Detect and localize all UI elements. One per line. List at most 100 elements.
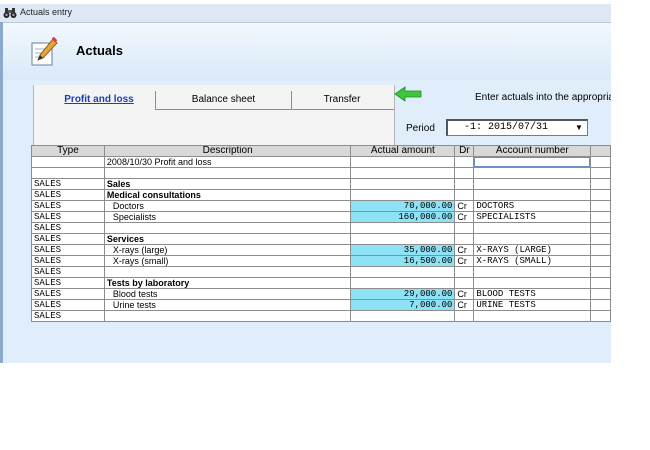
cell-description[interactable]: X-rays (large) [103, 244, 352, 256]
cell-description[interactable]: Sales [103, 178, 352, 190]
cell-extra[interactable] [590, 310, 611, 322]
cell-dr[interactable] [454, 156, 475, 168]
tab-balance-sheet[interactable]: Balance sheet [156, 91, 291, 109]
cell-type[interactable]: SALES [31, 266, 105, 278]
cell-type[interactable]: SALES [31, 244, 105, 256]
cell-extra[interactable] [590, 189, 611, 201]
cell-account-number[interactable]: DOCTORS [473, 200, 592, 212]
cell-description[interactable]: 2008/10/30 Profit and loss [103, 156, 352, 168]
cell-actual-amount[interactable]: 16,500.00 [350, 255, 456, 267]
cell-type[interactable] [31, 167, 105, 179]
cell-actual-amount[interactable]: 35,000.00 [350, 244, 456, 256]
cell-type[interactable]: SALES [31, 233, 105, 245]
cell-account-number[interactable]: X-RAYS (LARGE) [473, 244, 592, 256]
cell-description[interactable] [103, 310, 352, 322]
cell-extra[interactable] [590, 288, 611, 300]
cell-type[interactable] [31, 156, 105, 168]
cell-account-number[interactable] [473, 156, 592, 168]
cell-account-number[interactable] [473, 167, 592, 179]
cell-type[interactable]: SALES [31, 211, 105, 223]
cell-description[interactable]: Doctors [103, 200, 352, 212]
cell-extra[interactable] [590, 266, 611, 278]
cell-type[interactable]: SALES [31, 310, 105, 322]
cell-dr[interactable] [454, 189, 475, 201]
cell-dr[interactable] [454, 310, 475, 322]
cell-dr[interactable]: Cr [454, 288, 475, 300]
cell-description[interactable]: X-rays (small) [103, 255, 352, 267]
cell-type[interactable]: SALES [31, 178, 105, 190]
cell-extra[interactable] [590, 299, 611, 311]
table-row: SALES X-rays (large) 35,000.00 Cr X-RAYS (LA… [31, 244, 611, 256]
cell-actual-amount[interactable] [350, 233, 456, 245]
table-row: SALES Doctors 70,000.00 Cr DOCTORS [31, 200, 611, 212]
tab-profit-and-loss[interactable]: Profit and loss [43, 91, 155, 109]
cell-description[interactable]: Services [103, 233, 352, 245]
cell-dr[interactable]: Cr [454, 244, 475, 256]
cell-account-number[interactable] [473, 189, 592, 201]
cell-account-number[interactable]: URINE TESTS [473, 299, 592, 311]
cell-type[interactable]: SALES [31, 288, 105, 300]
cell-extra[interactable] [590, 222, 611, 234]
cell-actual-amount[interactable]: 29,000.00 [350, 288, 456, 300]
cell-description[interactable]: Medical consultations [103, 189, 352, 201]
cell-extra[interactable] [590, 211, 611, 223]
cell-extra[interactable] [590, 233, 611, 245]
cell-actual-amount[interactable] [350, 222, 456, 234]
cell-actual-amount[interactable]: 160,000.00 [350, 211, 456, 223]
period-select[interactable]: -1: 2015/07/31 ▼ [446, 119, 588, 136]
chevron-down-icon[interactable]: ▼ [572, 121, 586, 134]
cell-description[interactable]: Urine tests [103, 299, 352, 311]
cell-account-number[interactable] [473, 277, 592, 289]
table-row: SALES Tests by laboratory [31, 277, 611, 289]
cell-actual-amount[interactable] [350, 277, 456, 289]
cell-actual-amount[interactable]: 70,000.00 [350, 200, 456, 212]
cell-actual-amount[interactable] [350, 189, 456, 201]
cell-dr[interactable] [454, 233, 475, 245]
cell-dr[interactable] [454, 222, 475, 234]
cell-actual-amount[interactable]: 7,000.00 [350, 299, 456, 311]
cell-type[interactable]: SALES [31, 200, 105, 212]
tab-transfer[interactable]: Transfer [292, 91, 392, 109]
cell-dr[interactable]: Cr [454, 299, 475, 311]
cell-actual-amount[interactable] [350, 178, 456, 190]
binoculars-icon [3, 8, 17, 18]
cell-actual-amount[interactable] [350, 266, 456, 278]
cell-dr[interactable]: Cr [454, 255, 475, 267]
cell-account-number[interactable] [473, 266, 592, 278]
cell-account-number[interactable] [473, 233, 592, 245]
cell-dr[interactable] [454, 277, 475, 289]
cell-type[interactable]: SALES [31, 277, 105, 289]
cell-actual-amount[interactable] [350, 310, 456, 322]
cell-extra[interactable] [590, 178, 611, 190]
cell-extra[interactable] [590, 156, 611, 168]
cell-dr[interactable]: Cr [454, 211, 475, 223]
cell-dr[interactable] [454, 167, 475, 179]
cell-type[interactable]: SALES [31, 222, 105, 234]
cell-description[interactable] [103, 167, 352, 179]
table-row: SALES Services [31, 233, 611, 245]
cell-description[interactable]: Tests by laboratory [103, 277, 352, 289]
cell-type[interactable]: SALES [31, 189, 105, 201]
cell-type[interactable]: SALES [31, 299, 105, 311]
cell-account-number[interactable] [473, 178, 592, 190]
cell-account-number[interactable]: X-RAYS (SMALL) [473, 255, 592, 267]
cell-dr[interactable] [454, 266, 475, 278]
cell-actual-amount[interactable] [350, 156, 456, 168]
cell-extra[interactable] [590, 277, 611, 289]
cell-account-number[interactable] [473, 222, 592, 234]
cell-description[interactable] [103, 222, 352, 234]
cell-dr[interactable]: Cr [454, 200, 475, 212]
cell-dr[interactable] [454, 178, 475, 190]
cell-description[interactable] [103, 266, 352, 278]
cell-extra[interactable] [590, 244, 611, 256]
cell-account-number[interactable]: SPECIALISTS [473, 211, 592, 223]
cell-actual-amount[interactable] [350, 167, 456, 179]
cell-extra[interactable] [590, 167, 611, 179]
cell-extra[interactable] [590, 255, 611, 267]
cell-description[interactable]: Blood tests [103, 288, 352, 300]
cell-account-number[interactable]: BLOOD TESTS [473, 288, 592, 300]
cell-extra[interactable] [590, 200, 611, 212]
cell-account-number[interactable] [473, 310, 592, 322]
cell-type[interactable]: SALES [31, 255, 105, 267]
cell-description[interactable]: Specialists [103, 211, 352, 223]
